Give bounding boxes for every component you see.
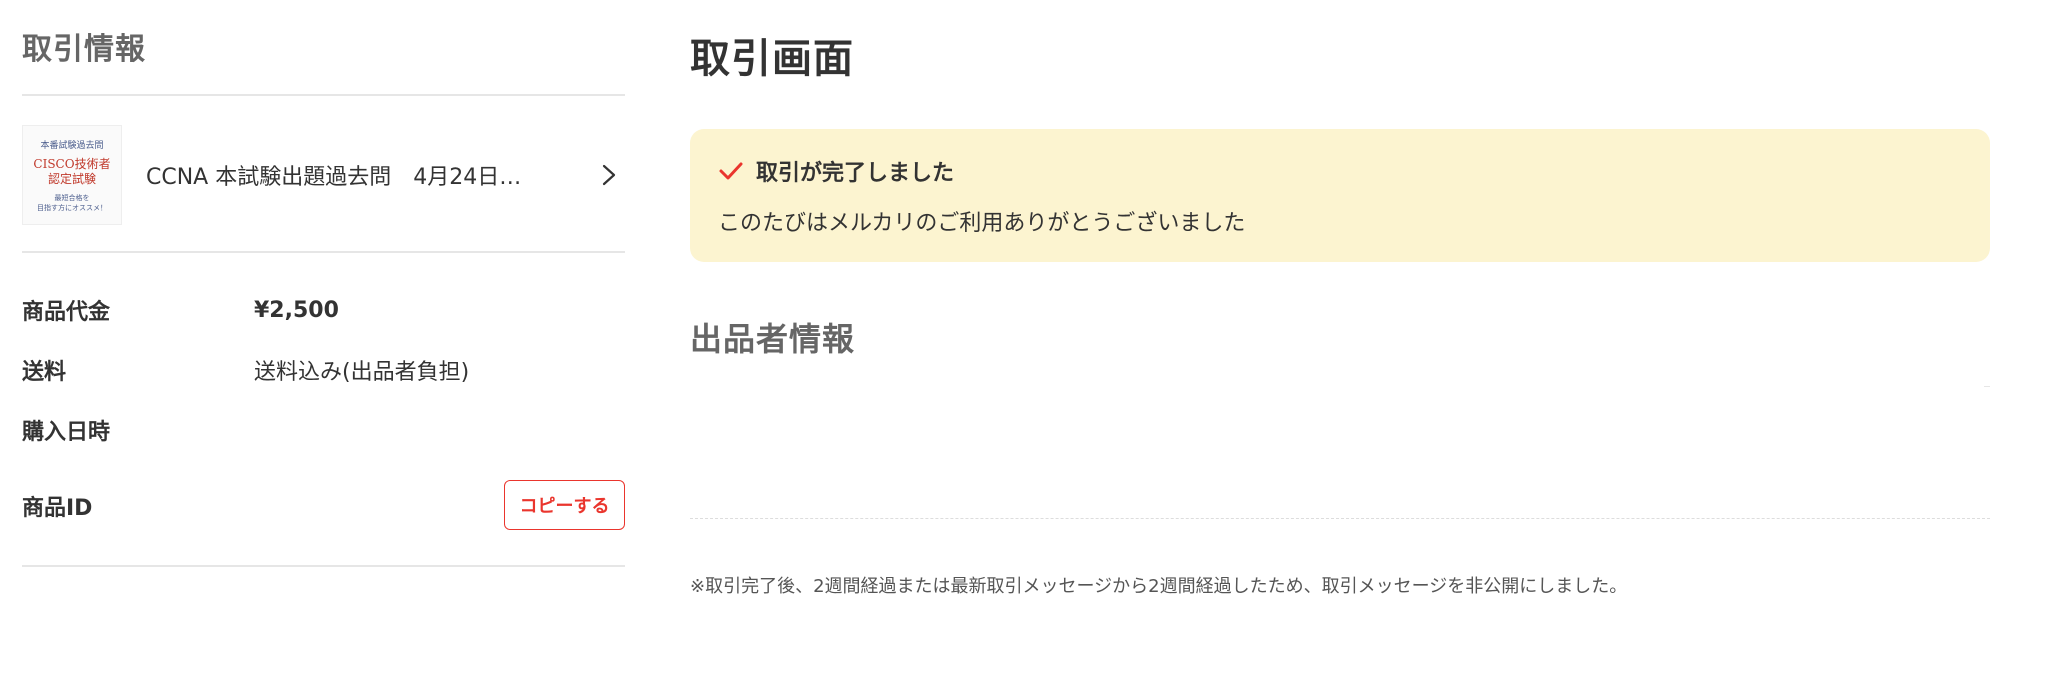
thumbnail-line: 最短合格を 目指す方にオススメ！ xyxy=(37,193,107,212)
notice-heading: 取引が完了しました xyxy=(756,161,955,186)
transaction-info-title: 取引情報 xyxy=(22,32,146,67)
notice-message: このたびはメルカリのご利用ありがとうございました xyxy=(718,211,1246,236)
shipping-row: 送料 送料込み(出品者負担) xyxy=(22,350,625,390)
notice-heading-row: 取引が完了しました xyxy=(718,155,1962,187)
copy-button[interactable]: コピーする xyxy=(504,480,625,530)
shipping-label: 送料 xyxy=(22,360,67,385)
price-label: 商品代金 xyxy=(22,300,111,325)
chevron-right-icon xyxy=(602,164,616,186)
divider xyxy=(1984,386,1990,387)
check-icon xyxy=(719,162,743,180)
dashed-divider xyxy=(690,518,1990,519)
product-name: CCNA 本試験出題過去問 4月24日… xyxy=(146,165,522,190)
shipping-value: 送料込み(出品者負担) xyxy=(254,360,470,385)
price-value: ¥2,500 xyxy=(254,297,339,323)
completion-notice: 取引が完了しました このたびはメルカリのご利用ありがとうございました xyxy=(690,129,1990,262)
purchase-date-row: 購入日時 xyxy=(22,410,625,450)
product-id-label: 商品ID xyxy=(22,496,93,521)
thumbnail-line: CISCO技術者 認定試験 xyxy=(33,156,111,186)
divider xyxy=(22,565,625,567)
product-thumbnail: 本番試験過去問 CISCO技術者 認定試験 最短合格を 目指す方にオススメ！ xyxy=(22,125,122,225)
message-footnote: ※取引完了後、2週間経過または最新取引メッセージから2週間経過したため、取引メッ… xyxy=(690,576,1628,597)
product-id-row: 商品ID コピーする xyxy=(22,480,625,532)
seller-info-title: 出品者情報 xyxy=(690,320,856,358)
divider xyxy=(22,94,625,96)
product-link[interactable]: 本番試験過去問 CISCO技術者 認定試験 最短合格を 目指す方にオススメ！ C… xyxy=(22,124,625,226)
thumbnail-line: 本番試験過去問 xyxy=(40,140,104,151)
divider xyxy=(22,251,625,253)
page-title: 取引画面 xyxy=(690,36,854,82)
purchase-date-label: 購入日時 xyxy=(22,420,111,445)
price-row: 商品代金 ¥2,500 xyxy=(22,290,625,330)
